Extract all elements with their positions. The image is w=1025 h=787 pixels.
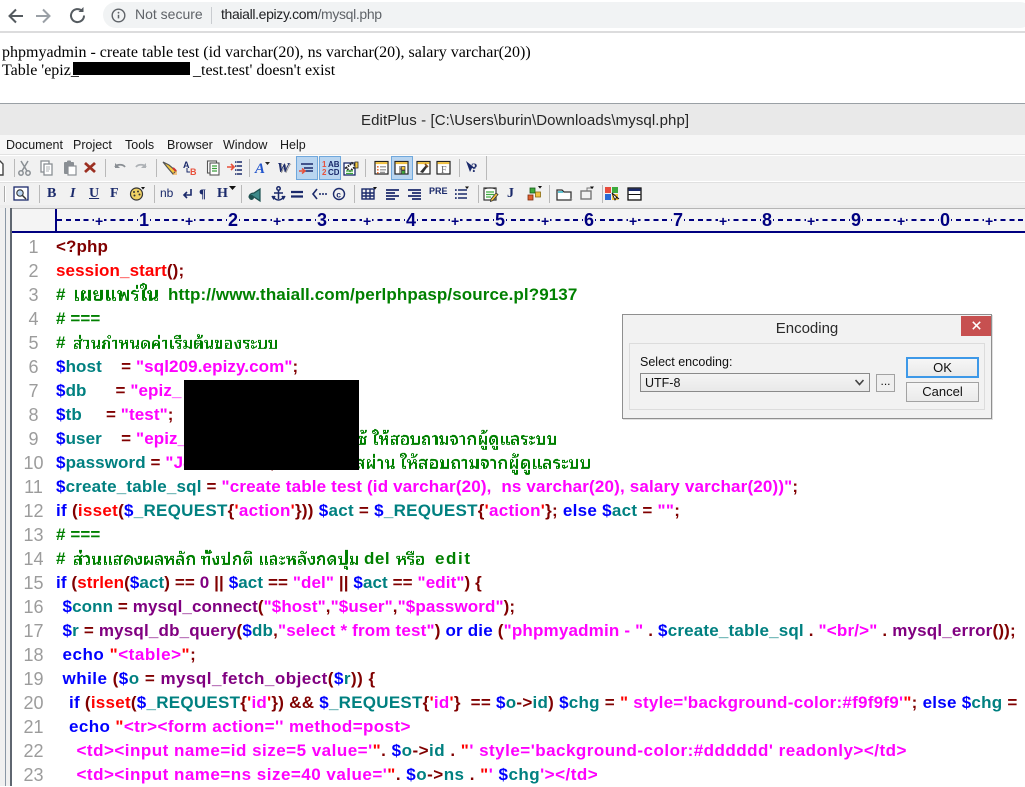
svg-text:A: A: [254, 161, 265, 177]
svg-text:2: 2: [322, 168, 327, 177]
svg-text:CD: CD: [328, 168, 339, 177]
svg-text:c: c: [336, 189, 341, 199]
svg-text:?: ?: [471, 160, 478, 175]
svg-text:F: F: [441, 165, 447, 176]
svg-text:W: W: [277, 161, 291, 176]
svg-text:B: B: [190, 167, 197, 177]
